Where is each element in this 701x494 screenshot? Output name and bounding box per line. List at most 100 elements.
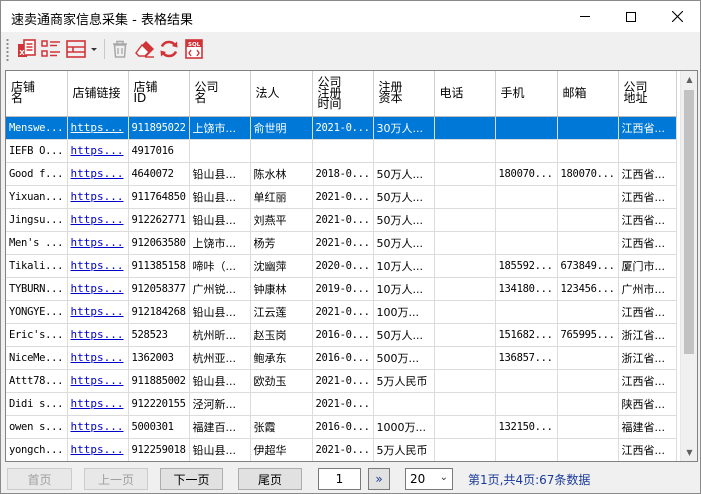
store-link-cell[interactable]: https... <box>67 346 129 370</box>
table-cell: 911885002 <box>128 369 190 393</box>
scroll-up-arrow-icon[interactable]: ▲ <box>681 71 697 88</box>
pager-bar: 首页 上一页 下一页 尾页 1 » 20 ⌄ 第1页,共4页:67条数据 <box>1 464 700 493</box>
delete-button[interactable] <box>108 37 132 61</box>
table-cell: 180070... <box>557 162 619 186</box>
table-row[interactable]: Eric's... https... 528523 杭州昕... 赵玉岗 2016-0..… <box>6 323 677 347</box>
toolbar-grip[interactable] <box>6 38 9 62</box>
column-header[interactable]: 店铺名 <box>6 71 68 117</box>
store-link-cell[interactable]: https... <box>67 116 129 140</box>
column-list-button[interactable] <box>39 37 63 61</box>
dropdown-arrow-icon <box>91 48 97 51</box>
store-link-cell[interactable]: https... <box>67 323 129 347</box>
table-row[interactable]: Good f... https... 4640072 铅山县... 陈水林 2018-0.… <box>6 162 677 186</box>
table-cell: 江西省... <box>618 162 677 186</box>
column-header[interactable]: 电话 <box>434 71 496 117</box>
refresh-button[interactable] <box>157 37 181 61</box>
store-link-cell[interactable]: https... <box>67 162 129 186</box>
first-page-button[interactable]: 首页 <box>7 468 72 490</box>
table-row[interactable]: TYBURN... https... 912058377 广州锐... 钟康林 2019-… <box>6 277 677 301</box>
table-row[interactable]: Tikali... https... 911385158 啼咔（... 沈幽萍 2020-… <box>6 254 677 278</box>
table-cell: NiceMe... <box>6 346 68 370</box>
store-link-cell[interactable]: https... <box>67 231 129 255</box>
table-row[interactable]: Jingsu... https... 912262771 铅山县... 刘燕平 2021-… <box>6 208 677 232</box>
table-cell: 50万人... <box>373 231 435 255</box>
table-row[interactable]: Attt78... https... 911885002 铅山县... 欧劲玉 2021-… <box>6 369 677 393</box>
table-row[interactable]: Didi s... https... 912220155 泾河新... 2021-0..… <box>6 392 677 416</box>
column-header[interactable]: 店铺 ID <box>128 71 190 117</box>
column-header[interactable]: 公司名 <box>189 71 251 117</box>
column-header[interactable]: 店铺链接 <box>67 71 129 117</box>
table-cell: 2021-0... <box>312 392 374 416</box>
clear-button[interactable] <box>133 37 157 61</box>
table-row[interactable]: YONGYE... https... 912184268 铅山县... 江云莲 2021-… <box>6 300 677 324</box>
export-excel-button[interactable]: X <box>15 37 39 61</box>
column-list-icon <box>41 40 60 57</box>
column-header[interactable]: 邮箱 <box>557 71 619 117</box>
store-link-cell[interactable]: https... <box>67 392 129 416</box>
svg-text:X: X <box>19 49 25 57</box>
table-cell: Men's ... <box>6 231 68 255</box>
sql-export-icon: SQL <box>185 39 203 59</box>
table-cell: 杭州亚... <box>189 346 251 370</box>
table-row[interactable]: Menswe... https... 911895022 上饶市... 俞世明 2021-… <box>6 116 677 140</box>
window-title: 速卖通商家信息采集 - 表格结果 <box>11 13 193 28</box>
table-cell <box>434 185 496 209</box>
page-number-input[interactable]: 1 <box>318 468 361 490</box>
table-cell: 江西省... <box>618 185 677 209</box>
maximize-icon <box>626 11 636 22</box>
results-grid[interactable]: 店铺名店铺链接 店铺 ID 公司名法人 公司 注册 时间 注册 资本 电话 手机 邮箱 公司 地址 Men… <box>5 70 698 462</box>
store-link-cell[interactable]: https... <box>67 415 129 439</box>
table-cell <box>495 231 558 255</box>
maximize-button[interactable] <box>608 1 654 32</box>
store-link-cell[interactable]: https... <box>67 208 129 232</box>
table-cell: 123456... <box>557 277 619 301</box>
table-row[interactable]: IEFB O... https... 4917016 <box>6 139 677 163</box>
table-cell: Tikali... <box>6 254 68 278</box>
table-cell: 912063580 <box>128 231 190 255</box>
table-cell <box>557 346 619 370</box>
table-row[interactable]: yongch... https... 912259018 铅山县... 伊超华 2021-… <box>6 438 677 461</box>
eraser-icon <box>135 41 154 58</box>
store-link-cell[interactable]: https... <box>67 254 129 278</box>
minimize-button[interactable] <box>562 1 608 32</box>
table-cell: 杨芳 <box>250 231 313 255</box>
store-link-cell[interactable]: https... <box>67 185 129 209</box>
title-bar[interactable]: 速卖通商家信息采集 - 表格结果 <box>1 1 700 32</box>
scroll-down-arrow-icon[interactable]: ▼ <box>681 444 697 461</box>
last-page-button[interactable]: 尾页 <box>238 468 302 490</box>
table-row[interactable]: NiceMe... https... 1362003 杭州亚... 鲍承东 2016-0.… <box>6 346 677 370</box>
column-header[interactable]: 法人 <box>250 71 313 117</box>
table-cell: 5万人民币 <box>373 369 435 393</box>
table-row[interactable]: Yixuan... https... 911764850 铅山县... 单红丽 2021-… <box>6 185 677 209</box>
results-table: 店铺名店铺链接 店铺 ID 公司名法人 公司 注册 时间 注册 资本 电话 手机 邮箱 公司 地址 Men… <box>6 71 677 461</box>
prev-page-button[interactable]: 上一页 <box>84 468 148 490</box>
close-button[interactable] <box>654 1 700 32</box>
table-row[interactable]: Men's ... https... 912063580 上饶市... 杨芳 2021-0… <box>6 231 677 255</box>
next-page-button[interactable]: 下一页 <box>160 468 223 490</box>
table-cell: 江西省... <box>618 116 677 140</box>
table-header-row: 店铺名店铺链接 店铺 ID 公司名法人 公司 注册 时间 注册 资本 电话 手机 邮箱 公司 地址 <box>6 71 677 117</box>
table-cell: 陈水林 <box>250 162 313 186</box>
trash-icon <box>113 40 127 58</box>
layout-dropdown-button[interactable] <box>88 37 100 61</box>
store-link-cell[interactable]: https... <box>67 438 129 461</box>
store-link-cell[interactable]: https... <box>67 277 129 301</box>
table-row[interactable]: owen s... https... 5000301 福建百... 张霞 2016-0..… <box>6 415 677 439</box>
store-link-cell[interactable]: https... <box>67 369 129 393</box>
layout-button[interactable] <box>64 37 88 61</box>
page-size-select[interactable]: 20 ⌄ <box>405 468 453 490</box>
table-cell: 江西省... <box>618 438 677 461</box>
table-cell: 2020-0... <box>312 254 374 278</box>
store-link-cell[interactable]: https... <box>67 139 129 163</box>
column-header[interactable]: 公司 注册 时间 <box>312 71 374 117</box>
export-excel-icon: X <box>18 39 36 57</box>
scroll-thumb[interactable] <box>684 90 694 354</box>
table-cell <box>557 231 619 255</box>
go-page-button[interactable]: » <box>368 468 390 490</box>
column-header[interactable]: 手机 <box>495 71 558 117</box>
sql-export-button[interactable]: SQL <box>182 37 206 61</box>
column-header[interactable]: 公司 地址 <box>618 71 677 117</box>
column-header[interactable]: 注册 资本 <box>373 71 435 117</box>
vertical-scrollbar[interactable]: ▲ ▼ <box>680 71 697 461</box>
store-link-cell[interactable]: https... <box>67 300 129 324</box>
